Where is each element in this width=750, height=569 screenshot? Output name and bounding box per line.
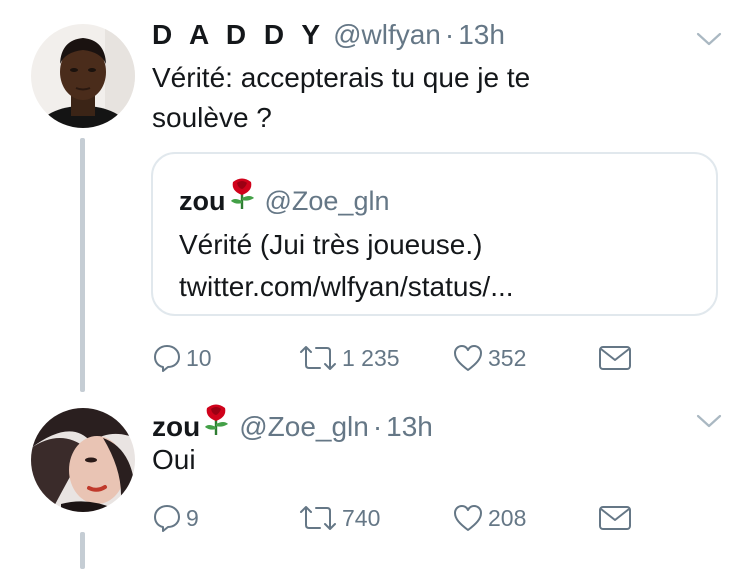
reply-icon — [154, 345, 180, 372]
direct-message-icon — [599, 506, 631, 530]
rose-emoji — [230, 178, 254, 209]
timestamp[interactable]: 13h — [386, 411, 433, 443]
like-icon — [454, 345, 482, 371]
chevron-down-icon[interactable] — [696, 413, 722, 429]
tweet-action-bar: 9 740 208 — [152, 500, 652, 536]
reply-count: 9 — [186, 504, 199, 531]
quoted-username-handle: @Zoe_gln — [264, 186, 390, 216]
retweet-icon — [300, 346, 336, 370]
tweet-header: zou @Zoe_gln · 13h — [152, 402, 433, 442]
reply-count: 10 — [186, 344, 212, 371]
like-count: 208 — [488, 504, 527, 531]
reply-button[interactable]: 9 — [152, 500, 199, 536]
tweet-action-bar: 10 1 235 352 — [152, 340, 652, 376]
like-icon — [454, 505, 482, 531]
retweet-count: 1 235 — [342, 344, 400, 371]
reply-icon — [154, 505, 180, 532]
retweet-button[interactable]: 740 — [298, 500, 380, 536]
username-handle[interactable]: @Zoe_gln — [239, 411, 369, 443]
avatar-daddy[interactable] — [31, 24, 135, 128]
direct-message-button[interactable] — [598, 340, 632, 376]
retweet-button[interactable]: 1 235 — [298, 340, 400, 376]
quoted-tweet-text: Vérité (Jui très joueuse.) twitter.com/w… — [179, 224, 514, 308]
username-handle[interactable]: @wlfyan — [333, 19, 441, 51]
quoted-tweet-header: zou @Zoe_gln — [179, 176, 389, 217]
display-name[interactable]: zou — [152, 411, 200, 443]
quoted-display-name: zou — [179, 186, 226, 216]
retweet-icon — [300, 506, 336, 530]
like-button[interactable]: 208 — [452, 500, 526, 536]
quoted-link[interactable]: twitter.com/wlfyan/status/... — [179, 266, 514, 308]
avatar-zou[interactable] — [31, 408, 135, 512]
thread-connector-line — [80, 532, 85, 569]
like-count: 352 — [488, 344, 527, 371]
separator-dot: · — [372, 411, 383, 442]
tweet-text-line: soulève ? — [152, 102, 272, 133]
display-name[interactable]: D A D D Y — [152, 19, 325, 51]
timestamp[interactable]: 13h — [458, 19, 505, 51]
direct-message-button[interactable] — [598, 500, 632, 536]
thread-connector-line — [80, 138, 85, 392]
quoted-text-line: Vérité (Jui très joueuse.) — [179, 229, 483, 260]
like-button[interactable]: 352 — [452, 340, 526, 376]
separator-dot: · — [444, 19, 455, 50]
reply-button[interactable]: 10 — [152, 340, 212, 376]
chevron-down-icon[interactable] — [696, 31, 722, 47]
rose-emoji — [205, 404, 229, 435]
tweet-header: D A D D Y @wlfyan · 13h — [152, 19, 505, 55]
tweet-text-line: Vérité: accepterais tu que je te — [152, 62, 531, 93]
quoted-tweet-card[interactable]: zou @Zoe_gln Vérité (Jui très joueuse.) … — [151, 152, 718, 316]
tweet-thread: D A D D Y @wlfyan · 13h Vérité: accepter… — [0, 0, 750, 569]
tweet-text: Vérité: accepterais tu que je te soulève… — [152, 58, 672, 138]
tweet-text: Oui — [152, 444, 196, 475]
direct-message-icon — [599, 346, 631, 370]
retweet-count: 740 — [342, 504, 381, 531]
